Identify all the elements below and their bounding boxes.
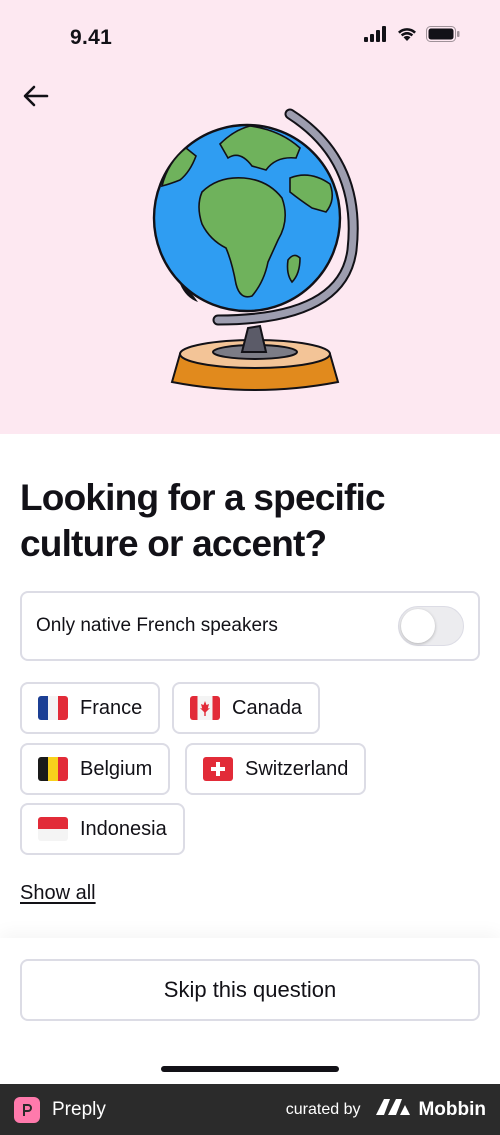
mobbin-label: Mobbin: [418, 1098, 486, 1120]
chip-label: France: [80, 696, 143, 719]
chip-label: Belgium: [80, 757, 153, 780]
native-speaker-label: Only native French speakers: [36, 615, 278, 636]
native-speaker-toggle[interactable]: [398, 606, 464, 646]
indonesia-flag-icon: [38, 817, 68, 841]
country-chip-belgium[interactable]: Belgium: [20, 743, 171, 795]
preply-logo-icon: [14, 1096, 40, 1123]
footer-curation: curated by Mobbin: [286, 1097, 486, 1123]
status-time: 9.41: [70, 26, 113, 49]
canada-flag-icon: [190, 696, 220, 720]
switzerland-flag-icon: [203, 757, 233, 781]
skip-question-button[interactable]: Skip this question: [20, 959, 480, 1021]
country-chip-indonesia[interactable]: Indonesia: [20, 803, 185, 855]
status-bar: 9.41: [0, 0, 500, 60]
belgium-flag-icon: [38, 757, 68, 781]
chip-label: Indonesia: [80, 817, 167, 840]
footer-brand-group: Preply: [14, 1096, 106, 1123]
arrow-left-icon: [23, 85, 49, 112]
france-flag-icon: [38, 696, 68, 720]
footer-bar: Preply curated by Mobbin: [0, 1084, 500, 1135]
country-chip-france[interactable]: France: [20, 682, 161, 734]
footer-brand-name: Preply: [52, 1098, 106, 1120]
show-all-link[interactable]: Show all: [20, 882, 96, 905]
signal-icon: [364, 26, 388, 47]
status-icons: [364, 26, 460, 47]
native-speaker-toggle-row[interactable]: Only native French speakers: [20, 591, 480, 661]
wifi-icon: [396, 26, 418, 47]
globe-illustration: [140, 100, 370, 400]
bottom-action-bar: Skip this question: [0, 938, 500, 1084]
page-title: Looking for a specific culture or accent…: [20, 477, 386, 564]
chip-label: Canada: [232, 696, 303, 719]
back-button[interactable]: [20, 82, 52, 114]
curated-by-label: curated by: [285, 1100, 361, 1118]
country-chip-canada[interactable]: Canada: [172, 682, 321, 734]
chip-label: Switzerland: [245, 757, 349, 780]
mobbin-brand: Mobbin: [374, 1097, 486, 1123]
country-chip-switzerland[interactable]: Switzerland: [185, 743, 367, 795]
toggle-knob: [401, 609, 435, 643]
mobbin-logo-icon: [374, 1097, 412, 1123]
hero-banner: [0, 60, 500, 434]
battery-icon: [426, 26, 460, 47]
home-indicator: [161, 1066, 339, 1072]
